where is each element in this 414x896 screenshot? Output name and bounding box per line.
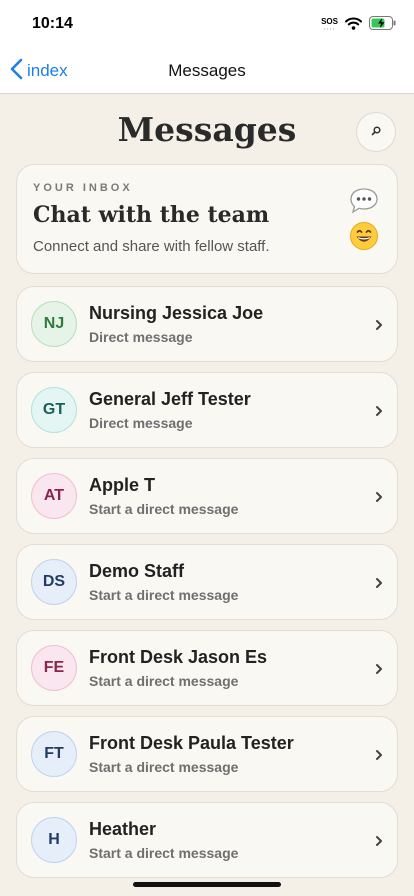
battery-icon [369,16,396,35]
contact-subtitle: Start a direct message [89,845,239,861]
chevron-right-icon [375,748,383,766]
contact-name: Front Desk Jason Es [89,647,268,667]
contact-row[interactable]: H Heather Start a direct message [16,802,398,878]
grinning-face-icon [349,221,379,256]
status-bar: 10:14 SOS ···· [0,0,414,48]
sos-dots: ···· [323,26,336,33]
avatar: FT [31,731,77,777]
nav-bar: index Messages [0,48,414,94]
contact-subtitle: Start a direct message [89,587,239,603]
contact-subtitle: Start a direct message [89,673,239,689]
avatar: DS [31,559,77,605]
sos-indicator: SOS ···· [321,16,338,34]
contact-subtitle: Direct message [89,329,193,345]
chevron-right-icon [375,490,383,508]
avatar: FE [31,645,77,691]
nav-title: Messages [168,61,246,80]
search-icon [371,123,381,141]
page-title: Messages [117,110,297,149]
avatar: AT [31,473,77,519]
chevron-right-icon [375,834,383,852]
contact-list: NJ Nursing Jessica Joe Direct message GT… [16,286,398,888]
chevron-right-icon [375,404,383,422]
contact-row[interactable]: DS Demo Staff Start a direct message [16,544,398,620]
sos-label: SOS [321,16,338,26]
wifi-icon [345,17,362,35]
chevron-right-icon [375,662,383,680]
inbox-eyebrow: YOUR INBOX [33,182,133,194]
contact-name: Apple T [89,475,155,495]
chevron-right-icon [375,576,383,594]
contact-row[interactable]: AT Apple T Start a direct message [16,458,398,534]
contact-row[interactable]: NJ Nursing Jessica Joe Direct message [16,286,398,362]
contact-row[interactable]: GT General Jeff Tester Direct message [16,372,398,448]
contact-row[interactable]: FT Front Desk Paula Tester Start a direc… [16,716,398,792]
avatar: NJ [31,301,77,347]
contact-name: General Jeff Tester [89,389,251,409]
inbox-subtitle: Connect and share with fellow staff. [33,238,270,255]
contact-subtitle: Start a direct message [89,501,239,517]
contact-name: Nursing Jessica Joe [89,303,264,323]
avatar: H [31,817,77,863]
inbox-card: YOUR INBOX Chat with the team Connect an… [16,164,398,274]
home-indicator [133,882,281,887]
contact-subtitle: Start a direct message [89,759,239,775]
avatar: GT [31,387,77,433]
search-button[interactable] [356,112,396,152]
contact-name: Heather [89,819,157,839]
status-time: 10:14 [32,15,73,32]
inbox-heading: Chat with the team [33,202,270,228]
contact-name: Demo Staff [89,561,185,581]
speech-bubble-icon [349,187,379,220]
status-icons: SOS ···· [321,16,396,35]
contact-row[interactable]: FE Front Desk Jason Es Start a direct me… [16,630,398,706]
contact-name: Front Desk Paula Tester [89,733,294,753]
contact-subtitle: Direct message [89,415,193,431]
chevron-right-icon [375,318,383,336]
